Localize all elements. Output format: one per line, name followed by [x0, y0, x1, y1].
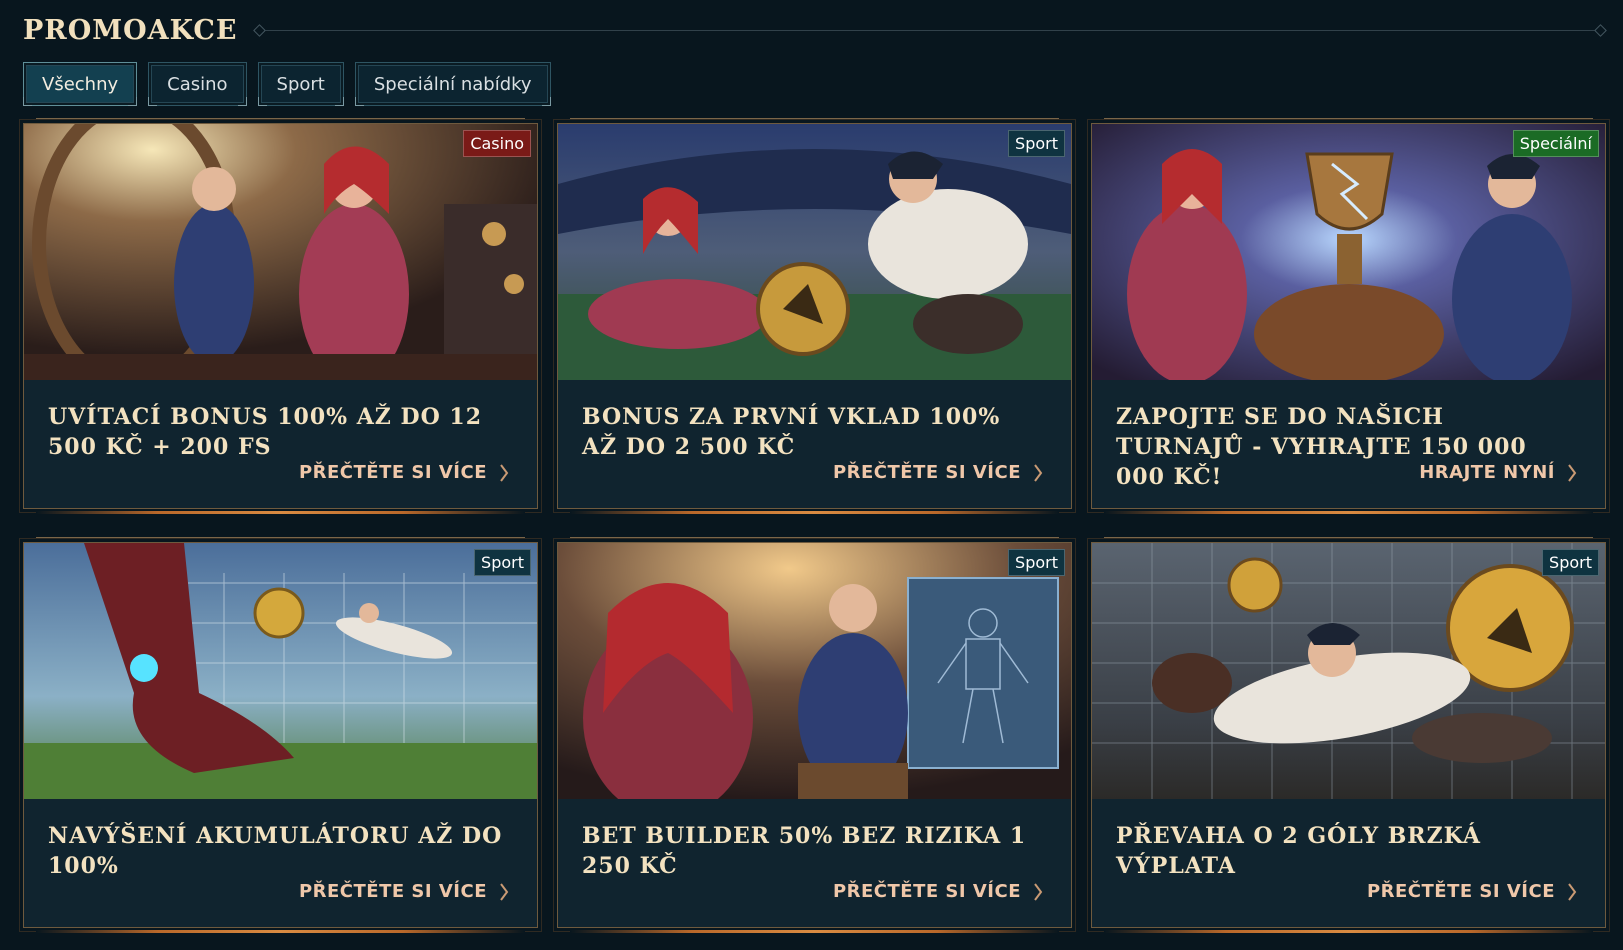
category-badge: Sport [474, 549, 531, 576]
read-more-link[interactable]: PŘEČTĚTE SI VÍCE [833, 462, 1043, 483]
play-now-link[interactable]: HRAJTE NYNÍ [1419, 462, 1577, 483]
read-more-label: PŘEČTĚTE SI VÍCE [298, 881, 487, 902]
category-badge: Speciální [1512, 130, 1599, 157]
promo-card[interactable]: Sport Bonus za první vklad 100% až do 2 … [557, 118, 1072, 514]
promo-card[interactable]: Sport Bet Builder 50% bez rizika 1 250 K… [557, 537, 1072, 933]
promo-card-title: Uvítací bonus 100% až do 12 500 Kč + 200… [48, 404, 483, 460]
promo-card-title: Bonus za první vklad 100% až do 2 500 Kč [582, 404, 1001, 460]
promo-card[interactable]: Casino Uvítací bonus 100% až do 12 500 K… [23, 118, 538, 514]
tab-casino[interactable]: Casino [148, 62, 247, 106]
chevron-right-icon [1034, 463, 1043, 482]
read-more-label: PŘEČTĚTE SI VÍCE [298, 462, 487, 483]
chevron-right-icon [1034, 882, 1043, 901]
chevron-right-icon [1568, 463, 1577, 482]
category-badge: Sport [1542, 549, 1599, 576]
promo-card-image [24, 124, 537, 380]
promo-card-image [558, 124, 1071, 380]
promo-card-title: Navýšení akumulátoru až do 100% [48, 823, 503, 879]
chevron-right-icon [500, 463, 509, 482]
promo-card[interactable]: Speciální Zapojte se do našich turnajů -… [1091, 118, 1606, 514]
filter-tabs: Všechny Casino Sport Speciální nabídky [23, 62, 551, 106]
category-badge: Sport [1008, 130, 1065, 157]
tab-sport[interactable]: Sport [257, 62, 345, 106]
tab-all[interactable]: Všechny [23, 62, 138, 106]
promo-card-title: Bet Builder 50% bez rizika 1 250 Kč [582, 823, 1027, 879]
read-more-link[interactable]: PŘEČTĚTE SI VÍCE [1367, 881, 1577, 902]
tab-special-offers[interactable]: Speciální nabídky [354, 62, 551, 106]
category-badge: Sport [1008, 549, 1065, 576]
read-more-label: PŘEČTĚTE SI VÍCE [832, 462, 1021, 483]
read-more-label: PŘEČTĚTE SI VÍCE [1366, 881, 1555, 902]
promo-card[interactable]: Sport Převaha o 2 góly brzká výplata PŘE… [1091, 537, 1606, 933]
category-badge: Casino [463, 130, 531, 157]
promo-card-image [1092, 124, 1605, 380]
page-title: PROMOAKCE [23, 14, 238, 46]
title-divider [257, 29, 1603, 31]
read-more-label: PŘEČTĚTE SI VÍCE [832, 881, 1021, 902]
promo-card-title: Převaha o 2 góly brzká výplata [1116, 823, 1481, 879]
promo-card-image [558, 543, 1071, 799]
promo-card[interactable]: Sport Navýšení akumulátoru až do 100% PŘ… [23, 537, 538, 933]
read-more-link[interactable]: PŘEČTĚTE SI VÍCE [299, 462, 509, 483]
chevron-right-icon [1568, 882, 1577, 901]
chevron-right-icon [500, 882, 509, 901]
read-more-link[interactable]: PŘEČTĚTE SI VÍCE [833, 881, 1043, 902]
play-now-label: HRAJTE NYNÍ [1419, 462, 1555, 483]
promo-card-image [24, 543, 537, 799]
promo-card-image [1092, 543, 1605, 799]
page-header: PROMOAKCE [23, 12, 1603, 48]
read-more-link[interactable]: PŘEČTĚTE SI VÍCE [299, 881, 509, 902]
